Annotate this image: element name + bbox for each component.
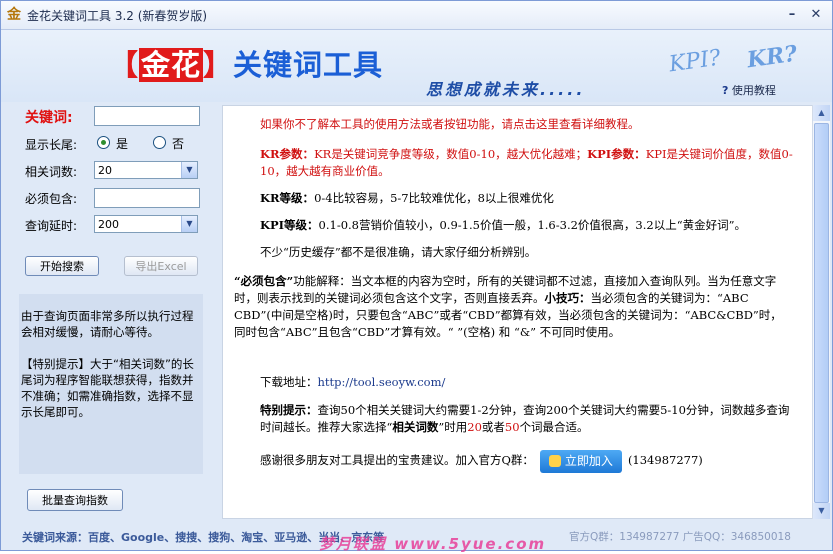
help-link[interactable]: ? 使用教程	[722, 82, 776, 98]
join-button-label: 立即加入	[564, 453, 613, 468]
tip-label: 小技巧：	[544, 291, 591, 305]
related-label: 相关词数:	[25, 165, 78, 179]
related-count-select[interactable]: 20 ▼	[94, 161, 198, 179]
special-tip-or: 或者	[481, 420, 505, 434]
delay-label: 查询延时:	[25, 219, 78, 233]
special-tip-text-d: 个词最合适。	[519, 420, 589, 434]
status-footer: 关键词来源：百度、Google、搜搜、搜狗、淘宝、亚马逊、当当、京东等 梦月联盟…	[1, 523, 832, 553]
kr-level-line: KR等级：0-4比较容易，5-7比较难优化，8以上很难优化	[260, 190, 554, 207]
logo-title: 关键词工具	[233, 48, 384, 82]
keyword-row: 关键词:	[25, 105, 205, 127]
start-search-button[interactable]: 开始搜索	[25, 256, 99, 276]
must-include-explain: “必须包含”功能解释：当文本框的内容为空时，所有的关键词都不过滤，直接加入查询队…	[234, 273, 784, 341]
intro-link[interactable]: 如果你不了解本工具的使用方法或者按钮功能，请点击这里查看详细教程。	[260, 116, 640, 133]
longtail-label: 显示长尾:	[25, 138, 78, 152]
longtail-no-radio[interactable]	[153, 136, 166, 149]
cache-note: 不少“历史缓存”都不是很准确，请大家仔细分析辨别。	[260, 245, 537, 259]
hint-panel: 由于查询页面非常多所以执行过程会相对缓慢，请耐心等待。 【特别提示】大于“相关词…	[19, 294, 203, 474]
radio-selected-dot	[101, 140, 106, 145]
close-icon[interactable]: ✕	[806, 6, 826, 24]
longtail-no-label: 否	[172, 137, 185, 151]
control-panel: 关键词: 显示长尾: 是 否 相关词数: 20 ▼ 必须包含: 查询延时: 20…	[1, 102, 219, 522]
kr-level-label: KR等级：	[260, 191, 315, 205]
include-input[interactable]	[94, 188, 200, 208]
kpi-level-label: KPI等级：	[260, 218, 319, 232]
help-label: 使用教程	[731, 84, 776, 97]
header-banner: 【金花】关键词工具 思想成就未来..... KPI? KR? ? 使用教程	[1, 30, 832, 102]
must-include-label: “必须包含”	[234, 274, 294, 288]
kpi-level-text: 0.1-0.8营销价值较小，0.9-1.5价值一般，1.6-3.2价值很高，3.…	[318, 218, 746, 232]
app-window: 金 金花关键词工具 3.2 (新春贺岁版) – ✕ 【金花】关键词工具 思想成就…	[0, 0, 833, 553]
longtail-row: 显示长尾: 是 否	[25, 133, 205, 155]
kr-param-text: KR是关键词竞争度等级，数值0-10，越大优化越难；	[314, 147, 588, 161]
special-tip-label: 特别提示：	[260, 403, 318, 417]
kpi-decoration: KPI?	[667, 45, 723, 78]
keyword-input[interactable]	[94, 106, 200, 126]
info-text-area: 如果你不了解本工具的使用方法或者按钮功能，请点击这里查看详细教程。 KR参数：K…	[222, 105, 813, 519]
app-logo-icon: 金	[7, 7, 21, 23]
kr-kpi-params: KR参数：KR是关键词竞争度等级，数值0-10，越大优化越难；KPI参数：KPI…	[260, 146, 800, 180]
download-line: 下载地址：http://tool.seoyw.com/	[260, 374, 445, 391]
hint-text-1: 由于查询页面非常多所以执行过程会相对缓慢，请耐心等待。	[21, 309, 194, 339]
contact-info: 官方Q群：134987277 广告QQ：346850018	[569, 531, 791, 543]
vertical-scrollbar[interactable]: ▲ ▼	[812, 105, 830, 519]
special-tip-50: 50	[504, 420, 520, 434]
join-qq-group-button[interactable]: 立即加入	[539, 449, 622, 473]
longtail-yes-label: 是	[116, 137, 129, 151]
delay-value: 200	[98, 218, 119, 231]
app-logo: 【金花】关键词工具	[109, 42, 383, 84]
logo-bracket-right: 】	[203, 48, 234, 82]
scroll-thumb[interactable]	[814, 123, 829, 503]
logo-hua: 金花	[139, 48, 204, 82]
special-tip-20: 20	[467, 420, 482, 434]
export-excel-button[interactable]: 导出Excel	[124, 256, 198, 276]
logo-bracket-left: 【	[109, 48, 140, 82]
include-label: 必须包含:	[25, 192, 78, 206]
include-row: 必须包含:	[25, 187, 205, 209]
dropdown-arrow-icon: ▼	[181, 216, 197, 232]
download-url[interactable]: http://tool.seoyw.com/	[318, 375, 446, 389]
delay-row: 查询延时: 200 ▼	[25, 214, 205, 236]
window-title: 金花关键词工具 3.2 (新春贺岁版)	[27, 9, 208, 23]
kr-decoration: KR?	[745, 40, 799, 74]
special-tip-text-c: ”时用	[438, 420, 468, 434]
related-count-value: 20	[98, 164, 112, 177]
help-icon: ?	[722, 84, 729, 97]
qq-group-number: (134987277)	[627, 453, 703, 467]
download-label: 下载地址：	[260, 375, 318, 389]
thanks-text: 感谢很多朋友对工具提出的宝贵建议。加入官方Q群：	[260, 453, 534, 467]
scroll-up-icon[interactable]: ▲	[813, 105, 830, 121]
hint-text-2: 【特别提示】大于“相关词数”的长尾词为程序智能联想获得，指数并不准确；如需准确指…	[21, 357, 194, 419]
special-tip-related: 相关词数	[392, 420, 439, 434]
kr-level-text: 0-4比较容易，5-7比较难优化，8以上很难优化	[314, 191, 554, 205]
scroll-down-icon[interactable]: ▼	[813, 503, 830, 519]
keyword-label: 关键词:	[25, 110, 73, 126]
kr-param-label: KR参数：	[260, 147, 315, 161]
thanks-line: 感谢很多朋友对工具提出的宝贵建议。加入官方Q群： 立即加入 (134987277)	[260, 448, 703, 473]
batch-query-button[interactable]: 批量查询指数	[27, 489, 123, 511]
longtail-yes-radio[interactable]	[97, 136, 110, 149]
title-bar: 金 金花关键词工具 3.2 (新春贺岁版) – ✕	[1, 1, 832, 30]
qq-icon	[548, 455, 561, 467]
special-tip: 特别提示：查询50个相关关键词大约需要1-2分钟，查询200个关键词大约需要5-…	[260, 402, 790, 436]
delay-select[interactable]: 200 ▼	[94, 215, 198, 233]
slogan: 思想成就未来.....	[426, 80, 586, 99]
kpi-param-label: KPI参数：	[587, 147, 646, 161]
kpi-level-line: KPI等级：0.1-0.8营销价值较小，0.9-1.5价值一般，1.6-3.2价…	[260, 217, 746, 234]
related-row: 相关词数: 20 ▼	[25, 160, 205, 182]
minimize-icon[interactable]: –	[782, 6, 802, 24]
dropdown-arrow-icon: ▼	[181, 162, 197, 178]
